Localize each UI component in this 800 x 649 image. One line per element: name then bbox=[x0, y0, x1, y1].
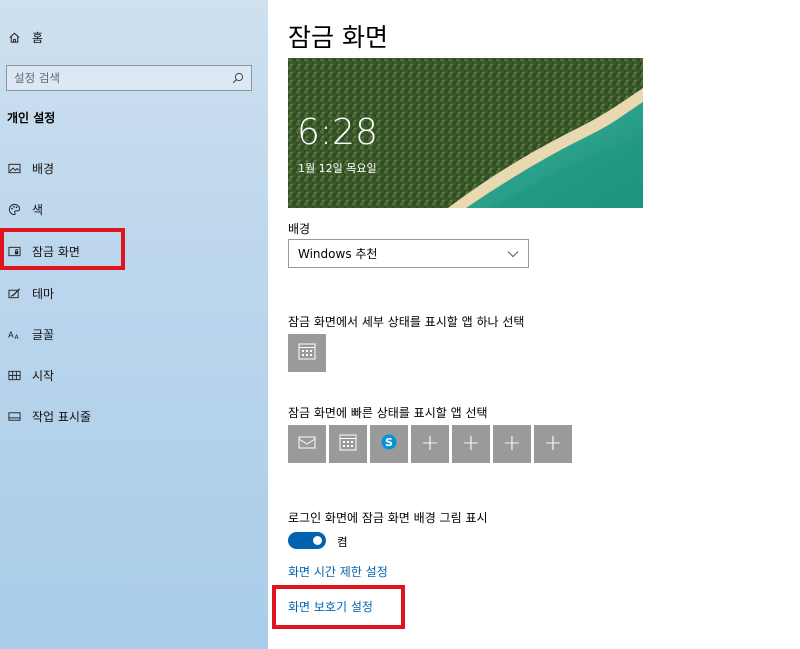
calendar-icon bbox=[297, 341, 317, 365]
plus-icon: + bbox=[502, 431, 522, 456]
start-grid-icon bbox=[7, 368, 21, 382]
sidebar-item-label: 색 bbox=[32, 202, 44, 217]
sidebar-item-start[interactable]: 시작 bbox=[7, 365, 54, 385]
skype-icon: S bbox=[379, 432, 399, 456]
search-icon[interactable] bbox=[232, 69, 244, 88]
sidebar-item-color[interactable]: 색 bbox=[7, 199, 43, 219]
plus-icon: + bbox=[543, 431, 563, 456]
mail-icon bbox=[297, 432, 317, 456]
background-label: 배경 bbox=[288, 222, 311, 236]
sidebar-item-label: 테마 bbox=[32, 286, 55, 301]
quick-status-app-mail[interactable] bbox=[288, 425, 326, 463]
quick-status-app-calendar[interactable] bbox=[329, 425, 367, 463]
detailed-status-label: 잠금 화면에서 세부 상태를 표시할 앱 하나 선택 bbox=[288, 315, 525, 329]
quick-status-app-skype[interactable]: S bbox=[370, 425, 408, 463]
plus-icon: + bbox=[420, 431, 440, 456]
toggle-state-label: 켬 bbox=[337, 535, 348, 549]
sidebar-item-label: 작업 표시줄 bbox=[32, 409, 92, 424]
plus-icon: + bbox=[461, 431, 481, 456]
svg-text:A: A bbox=[8, 329, 14, 339]
sidebar: 홈 개인 설정 배경 색 잠금 화면 테마 AA 글꼴 bbox=[0, 0, 268, 649]
preview-date: 1월 12일 목요일 bbox=[298, 162, 377, 175]
background-dropdown-value: Windows 추천 bbox=[298, 247, 378, 261]
preview-time: 6:28 bbox=[297, 112, 378, 153]
quick-status-add-slot[interactable]: + bbox=[452, 425, 490, 463]
screen-timeout-link[interactable]: 화면 시간 제한 설정 bbox=[288, 563, 388, 580]
quick-status-add-slot[interactable]: + bbox=[493, 425, 531, 463]
sidebar-item-label: 배경 bbox=[32, 161, 55, 176]
quick-status-add-slot[interactable]: + bbox=[411, 425, 449, 463]
screensaver-link[interactable]: 화면 보호기 설정 bbox=[288, 598, 373, 615]
taskbar-icon bbox=[7, 409, 21, 423]
sidebar-item-label: 잠금 화면 bbox=[32, 244, 80, 259]
svg-text:A: A bbox=[14, 334, 19, 341]
sidebar-item-label: 시작 bbox=[32, 368, 55, 383]
lock-screen-preview: 6:28 1월 12일 목요일 bbox=[288, 58, 643, 208]
sidebar-item-label: 홈 bbox=[32, 30, 44, 45]
search-input[interactable] bbox=[14, 71, 232, 85]
sidebar-item-background[interactable]: 배경 bbox=[7, 158, 54, 178]
signin-background-toggle[interactable] bbox=[288, 532, 326, 549]
section-title: 개인 설정 bbox=[7, 111, 56, 125]
calendar-icon bbox=[338, 432, 358, 456]
lock-screen-icon bbox=[7, 244, 21, 258]
detailed-status-app-tile[interactable] bbox=[288, 334, 326, 372]
chevron-down-icon bbox=[507, 247, 519, 261]
home-icon bbox=[7, 30, 21, 44]
font-icon: AA bbox=[7, 327, 21, 341]
signin-background-label: 로그인 화면에 잠금 화면 배경 그림 표시 bbox=[288, 511, 488, 525]
page-title: 잠금 화면 bbox=[288, 23, 388, 52]
theme-brush-icon bbox=[7, 286, 21, 300]
picture-icon bbox=[7, 161, 21, 175]
sidebar-item-home[interactable]: 홈 bbox=[7, 27, 43, 47]
quick-status-add-slot[interactable]: + bbox=[534, 425, 572, 463]
search-box[interactable] bbox=[6, 65, 252, 91]
toggle-knob bbox=[313, 536, 322, 545]
sidebar-item-lock-screen[interactable]: 잠금 화면 bbox=[7, 241, 80, 261]
background-dropdown[interactable]: Windows 추천 bbox=[288, 239, 529, 268]
svg-text:S: S bbox=[385, 436, 393, 449]
quick-status-label: 잠금 화면에 빠른 상태를 표시할 앱 선택 bbox=[288, 406, 488, 420]
main-content: 잠금 화면 6:28 1월 12일 목요일 배경 Windows 추천 잠금 화… bbox=[268, 0, 800, 649]
sidebar-item-font[interactable]: AA 글꼴 bbox=[7, 324, 55, 344]
sidebar-item-label: 글꼴 bbox=[32, 327, 55, 342]
palette-icon bbox=[7, 202, 21, 216]
sidebar-item-theme[interactable]: 테마 bbox=[7, 283, 54, 303]
sidebar-item-taskbar[interactable]: 작업 표시줄 bbox=[7, 406, 91, 426]
